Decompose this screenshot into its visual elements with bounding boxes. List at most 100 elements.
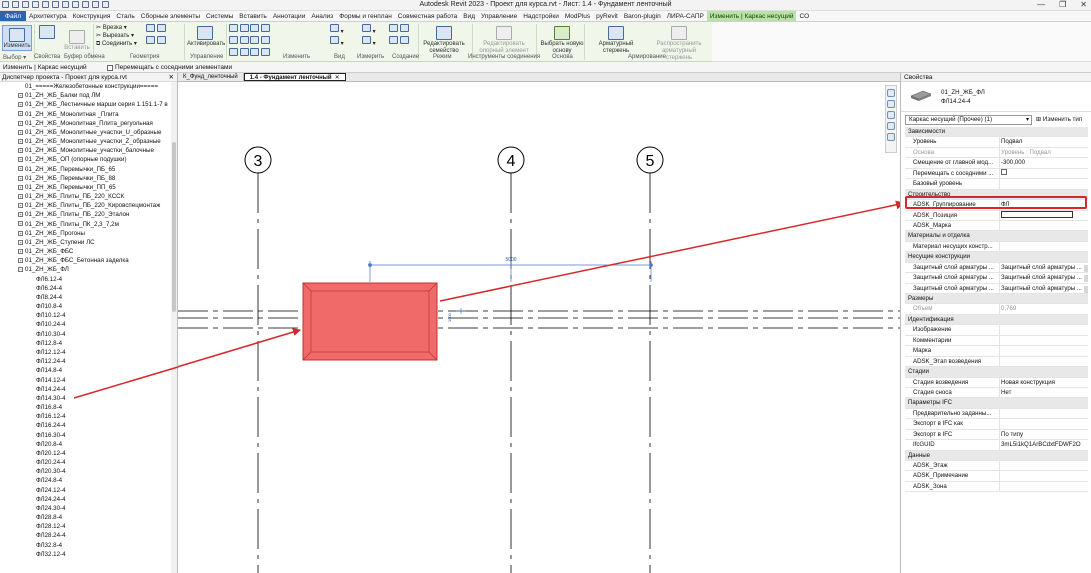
checkbox-box[interactable]: [107, 64, 113, 71]
zoom-icon[interactable]: [887, 100, 895, 108]
foundation-fl14-24-4[interactable]: [302, 282, 438, 361]
property-row[interactable]: Изображение: [905, 325, 1088, 336]
ribbon-tab[interactable]: ЛИРА-САПР: [664, 11, 707, 21]
trim-icon[interactable]: [261, 36, 271, 44]
property-browse-button[interactable]: [1084, 285, 1088, 293]
browser-item[interactable]: ФЛ32.12-4: [0, 550, 172, 559]
expand-icon[interactable]: +: [18, 193, 23, 199]
expand-icon[interactable]: +: [18, 157, 23, 163]
move-with-nearby-checkbox[interactable]: Перемещать с соседними элементами: [107, 62, 232, 73]
property-row[interactable]: ADSK_Этап возведения: [905, 356, 1088, 368]
pan-icon[interactable]: [887, 133, 895, 141]
copy-icon[interactable]: [239, 36, 249, 44]
browser-item[interactable]: +01_ZH_ЖБ_Монолитная_Плита_регуольная: [0, 119, 172, 128]
grid-4[interactable]: 4: [497, 146, 525, 573]
ribbon-tab[interactable]: Анализ: [308, 11, 336, 21]
ribbon-tab[interactable]: Формы и генплан: [336, 11, 395, 21]
property-checkbox[interactable]: [1001, 168, 1007, 175]
browser-item[interactable]: +01_ZH_ЖБ_Плиты_ПК_2,3_7,2м: [0, 220, 172, 229]
property-row[interactable]: Защитный слой арматуры ... Защитный слой …: [905, 283, 1088, 294]
split-face-icon[interactable]: [146, 36, 155, 44]
expand-icon[interactable]: +: [18, 148, 23, 154]
property-section[interactable]: Идентификация: [905, 314, 1088, 326]
property-row[interactable]: Стадия сноса Нет: [905, 387, 1088, 399]
property-section[interactable]: Несущие конструкции: [905, 252, 1088, 263]
property-row[interactable]: Материал несущих констр...: [905, 241, 1088, 253]
expand-icon[interactable]: +: [18, 120, 23, 126]
align-icon[interactable]: [229, 24, 238, 32]
expand-icon[interactable]: +: [18, 111, 23, 117]
expand-icon[interactable]: +: [18, 102, 23, 108]
browser-item[interactable]: +01_ZH_ЖБ_ОП (опорные подушки): [0, 155, 172, 164]
browser-item[interactable]: +01_ZH_ЖБ_Плиты_ПБ_220_Кировспецмонтаж: [0, 201, 172, 210]
browser-item[interactable]: +01_ZH_ЖБ_Монолитные_участки_Z_образные: [0, 137, 172, 146]
ribbon-tab[interactable]: Совместная работа: [395, 11, 460, 21]
mirror-axis-icon[interactable]: [250, 24, 260, 32]
offset-icon[interactable]: [239, 24, 249, 32]
close-button[interactable]: ✕: [1080, 0, 1087, 9]
property-row[interactable]: Экспорт в IFC По типу: [905, 429, 1088, 441]
property-section[interactable]: Данные: [905, 450, 1088, 461]
activate-button[interactable]: Активировать: [187, 26, 225, 48]
select-base-button[interactable]: Выбрать новую основу: [540, 26, 584, 55]
browser-item[interactable]: ФЛ28.8-4: [0, 513, 172, 522]
browser-item[interactable]: ФЛ32.8-4: [0, 541, 172, 550]
ribbon-tab[interactable]: Аннотации: [270, 11, 309, 21]
property-value[interactable]: -300,000: [999, 158, 1083, 169]
small-dimension[interactable]: [456, 308, 466, 314]
browser-item[interactable]: ФЛ10.12-4: [0, 311, 172, 320]
property-value[interactable]: [999, 356, 1083, 367]
browser-scrollbar[interactable]: [171, 82, 177, 573]
property-row[interactable]: Стадия возведения Новая конструкция: [905, 377, 1088, 388]
cut-button[interactable]: ✂ Вырезать ▾: [96, 32, 137, 40]
ribbon-tab[interactable]: Архитектура: [26, 11, 70, 21]
measure-distance-icon[interactable]: [362, 24, 371, 32]
property-row[interactable]: Марка: [905, 346, 1088, 357]
browser-item[interactable]: ФЛ20.30-4: [0, 467, 172, 476]
property-row[interactable]: Базовый уровень: [905, 179, 1088, 190]
property-section[interactable]: Размеры: [905, 294, 1088, 305]
property-section[interactable]: Зависимости: [905, 127, 1088, 138]
browser-item[interactable]: +01_ZH_ЖБ_Монолитные_участки_U_образные: [0, 128, 172, 137]
ribbon-tab[interactable]: Baron-plugin: [621, 11, 664, 21]
ribbon-tab[interactable]: ModPlus: [562, 11, 593, 21]
browser-item[interactable]: ФЛ14.30-4: [0, 394, 172, 403]
property-row[interactable]: Защитный слой арматуры ... Защитный слой …: [905, 273, 1088, 284]
browser-item[interactable]: ФЛ12.24-4: [0, 357, 172, 366]
ribbon-tab[interactable]: Надстройки: [520, 11, 562, 21]
ribbon-tab[interactable]: pyRevit: [593, 11, 621, 21]
property-row[interactable]: IfcGUID 3mL5i1kQ1ArBCdxtFDWF2O: [905, 440, 1088, 451]
rotate-icon[interactable]: [250, 36, 260, 44]
steering-wheel-icon[interactable]: [887, 89, 895, 97]
create-parts-icon[interactable]: [399, 24, 409, 32]
create-group-icon[interactable]: [389, 36, 398, 44]
ribbon-tab[interactable]: Системы: [203, 11, 236, 21]
browser-item[interactable]: ФЛ12.12-4: [0, 348, 172, 357]
cope-button[interactable]: ✂ Врезка ▾: [96, 24, 137, 32]
property-row[interactable]: Объем 0,769: [905, 304, 1088, 315]
property-value[interactable]: [999, 179, 1083, 190]
property-value[interactable]: [999, 241, 1083, 252]
browser-item[interactable]: ФЛ14.8-4: [0, 366, 172, 375]
property-value[interactable]: [999, 471, 1083, 482]
browser-item[interactable]: ФЛ10.24-4: [0, 320, 172, 329]
property-row[interactable]: Комментарии: [905, 335, 1088, 347]
property-value[interactable]: 3mL5i1kQ1ArBCdxtFDWF2O: [999, 440, 1083, 451]
browser-item[interactable]: +01_ZH_ЖБ_Балки под ЛМ: [0, 91, 172, 100]
browser-item[interactable]: ФЛ14.12-4: [0, 376, 172, 385]
property-row[interactable]: Экспорт в IFC как: [905, 419, 1088, 430]
property-row[interactable]: Предварительно заданны...: [905, 408, 1088, 420]
browser-item[interactable]: +01_ZH_ЖБ_Перемычки_ПБ_65: [0, 165, 172, 174]
browser-item[interactable]: ФЛ24.8-4: [0, 476, 172, 485]
property-row[interactable]: ADSK_Этаж: [905, 461, 1088, 472]
browser-item[interactable]: ФЛ16.30-4: [0, 431, 172, 440]
expand-icon[interactable]: +: [18, 221, 23, 227]
browser-item[interactable]: +01_ZH_ЖБ_Ступени ЛС: [0, 238, 172, 247]
move-icon[interactable]: [229, 36, 238, 44]
browser-item[interactable]: 01_=====Железобетонные конструкции=====: [0, 82, 172, 91]
edit-connection-button[interactable]: Редактировать опорный элемент: [477, 26, 531, 55]
view-tab-close-icon[interactable]: ✕: [335, 75, 340, 81]
property-value[interactable]: [999, 419, 1083, 430]
mirror-draw-icon[interactable]: [261, 24, 271, 32]
grid-3[interactable]: 3: [244, 146, 272, 573]
